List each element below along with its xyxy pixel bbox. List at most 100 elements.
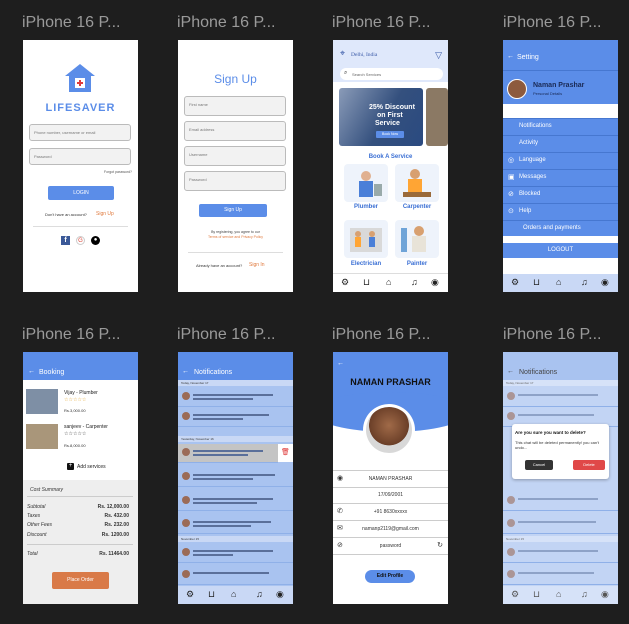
- add-services-link[interactable]: Add services: [77, 464, 106, 470]
- bell-icon[interactable]: ♫: [581, 278, 588, 287]
- carpenter-card[interactable]: [395, 164, 439, 202]
- signup-button[interactable]: Sign Up: [199, 204, 267, 217]
- place-order-button[interactable]: Place Order: [52, 572, 109, 589]
- edit-profile-button[interactable]: Edit Profile: [365, 570, 415, 583]
- refresh-icon[interactable]: ↻: [437, 541, 443, 549]
- filter-icon[interactable]: ▽: [435, 50, 442, 61]
- add-icon[interactable]: +: [67, 463, 74, 470]
- house-logo-icon: [63, 62, 97, 94]
- facebook-icon[interactable]: f: [61, 236, 70, 245]
- notification-item[interactable]: [178, 492, 293, 511]
- notification-item[interactable]: [178, 566, 293, 585]
- email-field[interactable]: Email address: [184, 121, 286, 141]
- cart-icon[interactable]: ⊔: [208, 590, 215, 599]
- forgot-password-link[interactable]: Forgot password?: [104, 170, 132, 174]
- notification-item[interactable]: [503, 492, 618, 511]
- home-icon[interactable]: ⌂: [556, 278, 561, 287]
- setting-item-messages[interactable]: ▣ Messages: [503, 169, 618, 185]
- cart-icon[interactable]: ⊔: [533, 278, 540, 287]
- bell-icon[interactable]: ♫: [411, 278, 418, 287]
- search-input[interactable]: ⌕ Search Services: [340, 68, 443, 80]
- back-arrow-icon[interactable]: ←: [507, 368, 514, 375]
- notification-item[interactable]: [178, 444, 278, 463]
- google-icon[interactable]: G: [76, 236, 85, 245]
- page-title: Sign Up: [214, 72, 257, 86]
- home-icon[interactable]: ⌂: [386, 278, 391, 287]
- home-icon[interactable]: ⌂: [231, 590, 236, 599]
- home-icon[interactable]: ⌂: [556, 590, 561, 599]
- page-title: Booking: [39, 369, 65, 376]
- login-screen: LIFESAVER Phone number, username or emai…: [23, 40, 138, 292]
- category-label[interactable]: Painter: [395, 261, 439, 267]
- dialog-title: Are you sure you want to delete?: [515, 430, 586, 435]
- bell-icon[interactable]: ♫: [256, 590, 263, 599]
- back-arrow-icon[interactable]: ←: [507, 53, 514, 60]
- settings-icon[interactable]: ⚙: [511, 590, 519, 599]
- signin-link[interactable]: Sign In: [249, 262, 265, 268]
- cart-icon[interactable]: ⊔: [533, 590, 540, 599]
- first-name-field[interactable]: First name: [184, 96, 286, 116]
- profile-field[interactable]: ◉ NAMAN PRASHAR: [333, 470, 448, 488]
- back-arrow-icon[interactable]: ←: [337, 360, 344, 367]
- notification-item[interactable]: [178, 544, 293, 563]
- setting-item-orders[interactable]: Orders and payments: [503, 220, 618, 236]
- promo-banner-next[interactable]: [426, 88, 448, 146]
- promo-banner[interactable]: 25% Discount on First Service Book Now: [339, 88, 423, 146]
- day-header: Yesterday, November 16: [178, 436, 293, 442]
- terms-link[interactable]: Terms of service and Privacy Policy: [178, 235, 293, 239]
- login-button[interactable]: LOGIN: [48, 186, 114, 200]
- cart-icon[interactable]: ⊔: [363, 278, 370, 287]
- back-arrow-icon[interactable]: ←: [28, 368, 35, 375]
- delete-button[interactable]: Delete: [573, 460, 605, 470]
- settings-icon[interactable]: ⚙: [186, 590, 194, 599]
- username-field[interactable]: Username: [184, 146, 286, 166]
- setting-item-notifications[interactable]: Notifications: [503, 118, 618, 134]
- category-label[interactable]: Plumber: [344, 204, 388, 210]
- password-field[interactable]: Password: [184, 171, 286, 191]
- setting-item-language[interactable]: ◎ Language: [503, 152, 618, 168]
- setting-item-blocked[interactable]: ⊘ Blocked: [503, 186, 618, 202]
- electrician-card[interactable]: [344, 220, 388, 258]
- profile-field[interactable]: 17/09/2001: [333, 487, 448, 504]
- painter-card[interactable]: [395, 220, 439, 258]
- avatar[interactable]: [366, 407, 412, 453]
- profile-icon[interactable]: ◉: [601, 278, 609, 287]
- notification-item[interactable]: [178, 388, 293, 407]
- trash-icon[interactable]: 🗑: [278, 444, 293, 462]
- settings-icon[interactable]: ⚙: [511, 278, 519, 287]
- frame-label: iPhone 16 P...: [177, 14, 276, 31]
- back-arrow-icon[interactable]: ←: [182, 368, 189, 375]
- bell-icon[interactable]: ♫: [581, 590, 588, 599]
- cancel-button[interactable]: Cancel: [525, 460, 553, 470]
- setting-label: Messages: [519, 174, 547, 180]
- profile-field[interactable]: ✆ +91 8630xxxxx: [333, 504, 448, 521]
- notification-item[interactable]: [178, 468, 293, 487]
- profile-icon[interactable]: ◉: [431, 278, 439, 287]
- profile-field[interactable]: ⊘ password ↻: [333, 538, 448, 555]
- plumber-card[interactable]: [344, 164, 388, 202]
- apple-icon[interactable]: ●: [91, 236, 100, 245]
- profile-icon[interactable]: ◉: [276, 590, 284, 599]
- book-now-button[interactable]: Book Now: [376, 131, 404, 138]
- profile-icon[interactable]: ◉: [601, 590, 609, 599]
- password-input[interactable]: Password: [29, 148, 131, 165]
- notification-item[interactable]: [178, 408, 293, 427]
- category-label[interactable]: Electrician: [344, 261, 388, 267]
- notification-item[interactable]: [503, 544, 618, 563]
- notification-item[interactable]: [503, 566, 618, 585]
- bottom-nav: ⚙ ⊔ ⌂ ♫ ◉: [503, 274, 618, 292]
- setting-item-activity[interactable]: Activity: [503, 135, 618, 151]
- profile-field[interactable]: ✉ namanp2119@gmail.com: [333, 521, 448, 538]
- notification-item[interactable]: [503, 515, 618, 534]
- user-sub[interactable]: Personal Details: [533, 91, 562, 96]
- spacer: [503, 258, 618, 274]
- signup-link[interactable]: Sign Up: [96, 211, 114, 217]
- notification-item[interactable]: [503, 388, 618, 407]
- location-label[interactable]: Delhi, India: [351, 52, 377, 58]
- notification-item[interactable]: [178, 515, 293, 534]
- logout-button[interactable]: LOGOUT: [503, 243, 618, 258]
- settings-icon[interactable]: ⚙: [341, 278, 349, 287]
- username-input[interactable]: Phone number, username or email: [29, 124, 131, 141]
- category-label[interactable]: Carpenter: [395, 204, 439, 210]
- setting-item-help[interactable]: ⊙ Help: [503, 203, 618, 219]
